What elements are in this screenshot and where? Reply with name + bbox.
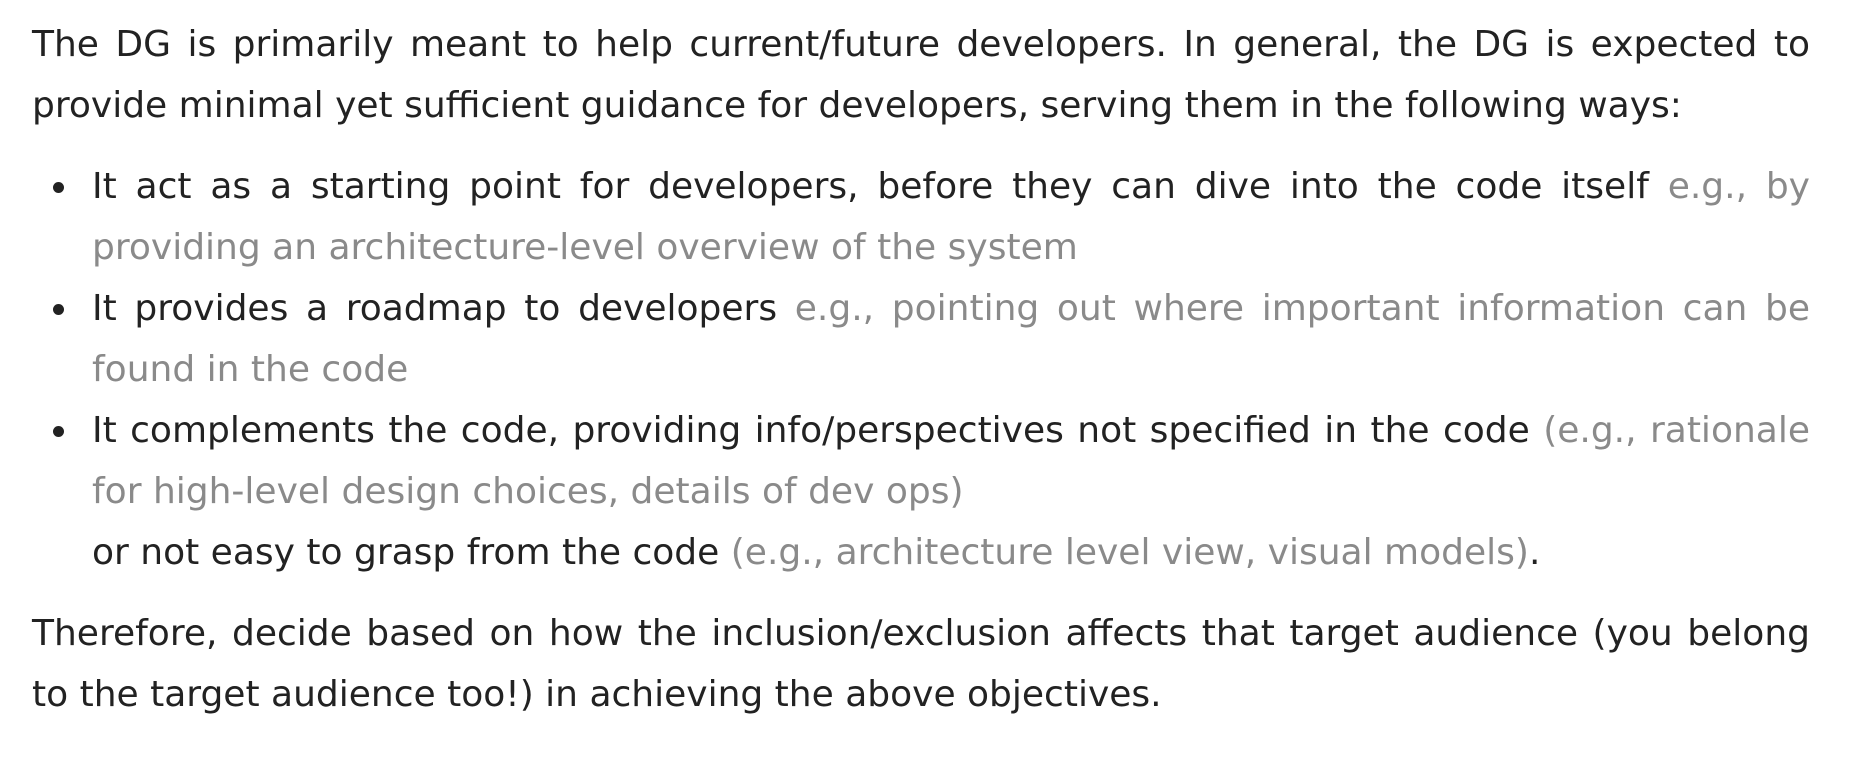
- continuation-main-text: or not easy to grasp from the code: [92, 532, 731, 573]
- list-item-main-text: It provides a roadmap to developers: [92, 288, 795, 329]
- bullet-icon: [53, 426, 64, 437]
- bullet-icon: [53, 182, 64, 193]
- document-body: The DG is primarily meant to help curren…: [32, 14, 1810, 725]
- list-item-main-text: It complements the code, providing info/…: [92, 410, 1544, 451]
- intro-paragraph: The DG is primarily meant to help curren…: [32, 24, 1810, 126]
- continuation-note: (e.g., architecture level view, visual m…: [730, 532, 1529, 573]
- list-item-continuation: or not easy to grasp from the code (e.g.…: [92, 522, 1810, 583]
- purpose-list: It act as a starting point for developer…: [32, 156, 1810, 583]
- list-item-main-text: It act as a starting point for developer…: [92, 166, 1668, 207]
- continuation-end: .: [1528, 532, 1541, 573]
- bullet-icon: [53, 304, 64, 315]
- list-item: It provides a roadmap to developers e.g.…: [53, 278, 1810, 400]
- list-item: It act as a starting point for developer…: [53, 156, 1810, 278]
- list-item: It complements the code, providing info/…: [53, 400, 1810, 583]
- conclusion-paragraph: Therefore, decide based on how the inclu…: [32, 613, 1810, 715]
